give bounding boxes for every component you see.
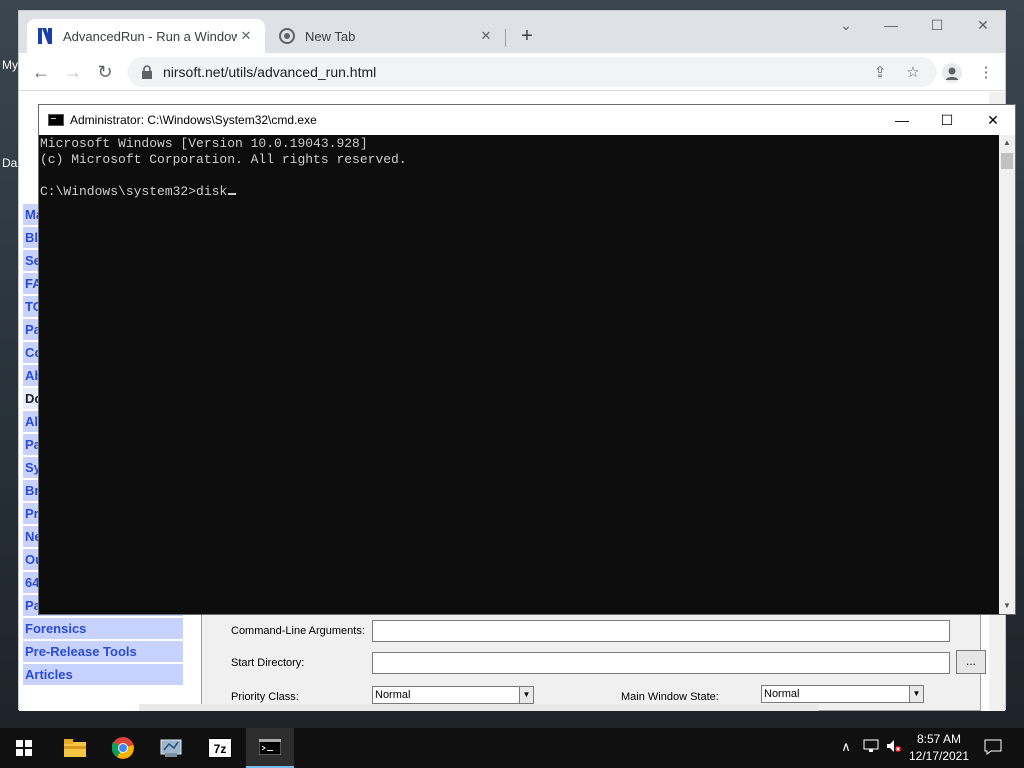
menu-kebab-icon[interactable]: ⋮ bbox=[976, 63, 996, 83]
cmd-icon bbox=[48, 114, 64, 126]
desktop-icon-label[interactable]: Da bbox=[2, 156, 17, 170]
minimize-button[interactable]: — bbox=[879, 17, 903, 37]
chrome-icon[interactable] bbox=[99, 728, 147, 768]
browser-toolbar: ← → ↻ nirsoft.net/utils/advanced_run.htm… bbox=[19, 53, 1005, 91]
winstate-value: Normal bbox=[764, 688, 800, 700]
cmdline-label: Command-Line Arguments: bbox=[231, 625, 365, 637]
file-explorer-icon[interactable] bbox=[51, 728, 99, 768]
control-panel-icon[interactable] bbox=[147, 728, 195, 768]
cmd-scrollbar[interactable]: ▲ ▼ bbox=[999, 135, 1015, 614]
ad-strip bbox=[139, 704, 819, 711]
tab-divider bbox=[505, 29, 506, 47]
address-bar[interactable]: nirsoft.net/utils/advanced_run.html bbox=[127, 57, 937, 87]
console-line: Microsoft Windows [Version 10.0.19043.92… bbox=[40, 136, 368, 151]
cmd-title-bar[interactable]: Administrator: C:\Windows\System32\cmd.e… bbox=[39, 105, 1015, 135]
minimize-button[interactable]: — bbox=[887, 109, 917, 131]
chevron-up-icon[interactable]: ∧ bbox=[838, 739, 854, 755]
bookmark-star-icon[interactable]: ☆ bbox=[903, 63, 923, 83]
winstate-select[interactable]: Normal ▼ bbox=[761, 685, 924, 703]
browse-button[interactable]: ... bbox=[956, 650, 986, 674]
priority-label: Priority Class: bbox=[231, 691, 299, 703]
close-tab-icon[interactable]: ✕ bbox=[237, 28, 255, 44]
winstate-label: Main Window State: bbox=[621, 691, 719, 703]
lock-icon bbox=[142, 65, 152, 79]
cmd-title: Administrator: C:\Windows\System32\cmd.e… bbox=[70, 113, 317, 127]
cmd-window: Administrator: C:\Windows\System32\cmd.e… bbox=[38, 104, 1016, 615]
clock-time: 8:57 AM bbox=[916, 732, 962, 746]
tab-title: New Tab bbox=[305, 28, 356, 44]
scroll-down-icon[interactable]: ▼ bbox=[999, 598, 1015, 614]
tab-title: AdvancedRun - Run a Windows p bbox=[63, 28, 237, 44]
profile-avatar-icon[interactable] bbox=[942, 63, 962, 83]
chevron-down-icon[interactable]: ▼ bbox=[519, 687, 533, 703]
new-tab-button[interactable]: + bbox=[515, 25, 539, 49]
sidebar-item-pre-release-tools[interactable]: Pre-Release Tools bbox=[23, 641, 183, 662]
notification-icon[interactable] bbox=[984, 739, 1002, 755]
close-window-button[interactable]: ✕ bbox=[971, 17, 995, 37]
taskbar: 7z ∧ 8:57 AM 12/17/2021 bbox=[0, 728, 1024, 768]
close-button[interactable]: ✕ bbox=[978, 109, 1008, 131]
volume-muted-icon[interactable] bbox=[886, 739, 902, 755]
forward-button[interactable]: → bbox=[61, 61, 85, 85]
tab-search-icon[interactable]: ⌄ bbox=[834, 17, 858, 37]
url-text: nirsoft.net/utils/advanced_run.html bbox=[163, 64, 377, 80]
console-line: (c) Microsoft Corporation. All rights re… bbox=[40, 152, 407, 167]
priority-value: Normal bbox=[375, 689, 411, 701]
maximize-button[interactable]: ☐ bbox=[932, 109, 962, 131]
nirsoft-icon bbox=[37, 28, 53, 44]
cmd-icon bbox=[259, 739, 281, 755]
maximize-button[interactable]: ☐ bbox=[925, 17, 949, 37]
startdir-label: Start Directory: bbox=[231, 657, 305, 669]
reload-button[interactable]: ↻ bbox=[93, 61, 117, 85]
tab-new-tab[interactable]: New Tab ✕ bbox=[269, 19, 505, 53]
close-tab-icon[interactable]: ✕ bbox=[477, 28, 495, 44]
7zip-label: 7z bbox=[208, 738, 232, 758]
advancedrun-screenshot-form: Command-Line Arguments: Start Directory:… bbox=[201, 614, 986, 711]
tab-strip: AdvancedRun - Run a Windows p ✕ New Tab … bbox=[19, 11, 1005, 53]
sidebar-item-articles[interactable]: Articles bbox=[23, 664, 183, 685]
tab-advancedrun[interactable]: AdvancedRun - Run a Windows p ✕ bbox=[27, 19, 265, 53]
7zip-icon[interactable]: 7z bbox=[196, 728, 244, 768]
clock-date: 12/17/2021 bbox=[908, 749, 970, 763]
console-output[interactable]: Microsoft Windows [Version 10.0.19043.92… bbox=[39, 135, 999, 614]
console-prompt-line: C:\Windows\system32>disk bbox=[40, 184, 999, 200]
system-clock[interactable]: 8:57 AM 12/17/2021 bbox=[905, 731, 973, 765]
startdir-field[interactable] bbox=[372, 652, 950, 674]
back-button[interactable]: ← bbox=[29, 61, 53, 85]
cmd-taskbar-button[interactable] bbox=[246, 728, 294, 768]
text-cursor bbox=[228, 193, 237, 195]
network-icon[interactable] bbox=[863, 739, 879, 755]
scroll-thumb[interactable] bbox=[1001, 153, 1013, 169]
start-icon[interactable] bbox=[0, 728, 48, 768]
priority-select[interactable]: Normal ▼ bbox=[372, 686, 534, 704]
scroll-up-icon[interactable]: ▲ bbox=[999, 135, 1015, 151]
chrome-icon bbox=[279, 28, 295, 44]
console-line: C:\Windows\system32>disk bbox=[40, 184, 228, 199]
cmdline-field[interactable] bbox=[372, 620, 950, 642]
desktop-icon-label[interactable]: My bbox=[2, 58, 18, 72]
sidebar-item-forensics[interactable]: Forensics bbox=[23, 618, 183, 639]
chevron-down-icon[interactable]: ▼ bbox=[909, 686, 923, 702]
share-icon[interactable]: ⇪ bbox=[870, 63, 890, 83]
